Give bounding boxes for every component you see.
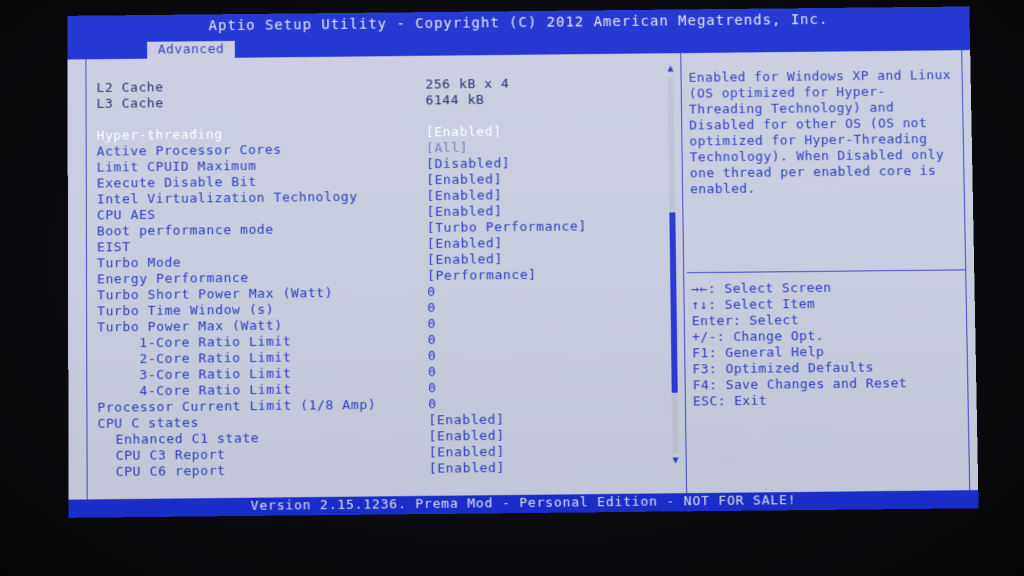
setting-value[interactable]: 0 <box>428 333 437 349</box>
setting-label: CPU C states <box>97 415 199 432</box>
setting-label: Execute Disable Bit <box>96 174 257 192</box>
setting-label: 4-Core Ratio Limit <box>139 382 292 400</box>
triangle-down-icon[interactable]: ▼ <box>670 455 682 467</box>
setting-label: Enhanced C1 state <box>115 431 260 448</box>
main-content: L2 Cache 256 kB x 4 L3 Cache 6144 kB Hyp… <box>85 50 971 501</box>
setting-value[interactable]: [Enabled] <box>428 413 504 430</box>
bios-screen: Aptio Setup Utility - Copyright (C) 2012… <box>67 6 979 518</box>
setting-value[interactable]: [All] <box>426 141 468 157</box>
window-title: Aptio Setup Utility - Copyright (C) 2012… <box>208 11 829 35</box>
setting-value[interactable]: 0 <box>427 317 436 333</box>
tab-advanced[interactable]: Advanced <box>147 40 235 59</box>
key-exit: ESC: Exit <box>692 393 768 410</box>
setting-value[interactable]: [Enabled] <box>426 125 502 142</box>
setting-label: Boot performance mode <box>96 222 274 240</box>
setting-value[interactable]: [Performance] <box>427 268 537 285</box>
setting-value[interactable]: 0 <box>427 285 436 301</box>
setting-label: Turbo Power Max (Watt) <box>97 318 283 336</box>
setting-label: L2 Cache <box>96 80 164 96</box>
setting-value[interactable]: [Enabled] <box>429 445 505 462</box>
setting-value[interactable]: 0 <box>427 301 436 317</box>
setting-value[interactable]: 0 <box>428 349 437 365</box>
setting-label: Turbo Time Window (s) <box>97 302 275 320</box>
scroll-thumb[interactable] <box>669 212 678 393</box>
setting-value[interactable]: [Enabled] <box>427 252 503 269</box>
setting-label: CPU AES <box>96 207 156 224</box>
setting-value[interactable]: 0 <box>428 397 437 413</box>
setting-label: CPU C6 report <box>115 463 226 481</box>
setting-label: EIST <box>96 240 131 256</box>
setting-value[interactable]: [Turbo Performance] <box>427 219 587 237</box>
setting-value[interactable]: [Enabled] <box>426 188 502 205</box>
setting-value[interactable]: 0 <box>428 381 437 397</box>
help-description: Enabled for Windows XP and Linux (OS opt… <box>688 68 952 198</box>
setting-label: 1-Core Ratio Limit <box>139 334 292 352</box>
setting-label: Active Processor Cores <box>96 142 282 160</box>
setting-label: L3 Cache <box>96 96 164 112</box>
help-panel: Enabled for Windows XP and Linux (OS opt… <box>684 50 969 493</box>
setting-value: 6144 kB <box>425 92 485 109</box>
setting-value[interactable]: [Enabled] <box>426 172 502 189</box>
setting-label: Energy Performance <box>97 270 249 288</box>
setting-label: Turbo Mode <box>96 255 182 272</box>
setting-label: CPU C3 Report <box>115 447 226 464</box>
setting-value[interactable]: [Enabled] <box>427 204 503 221</box>
setting-label: Hyper-threading <box>96 127 223 144</box>
setting-label: 2-Core Ratio Limit <box>139 350 292 368</box>
setting-value[interactable]: [Enabled] <box>427 236 503 253</box>
setting-value: 256 kB x 4 <box>425 76 510 93</box>
triangle-up-icon[interactable]: ▲ <box>664 63 676 75</box>
setting-value[interactable]: 0 <box>428 365 437 381</box>
setting-label: 3-Core Ratio Limit <box>139 366 292 384</box>
setting-value[interactable]: [Enabled] <box>429 461 505 478</box>
setting-value[interactable]: [Enabled] <box>428 429 504 446</box>
settings-scrollbar[interactable]: ▲ ▼ <box>664 63 681 466</box>
settings-panel: L2 Cache 256 kB x 4 L3 Cache 6144 kB Hyp… <box>86 53 668 499</box>
help-divider <box>687 269 966 274</box>
key-legend: →←: Select Screen ↑↓: Select Item Enter:… <box>691 279 963 410</box>
setting-value[interactable]: [Disabled] <box>426 156 510 173</box>
setting-label: Limit CPUID Maximum <box>96 158 257 176</box>
